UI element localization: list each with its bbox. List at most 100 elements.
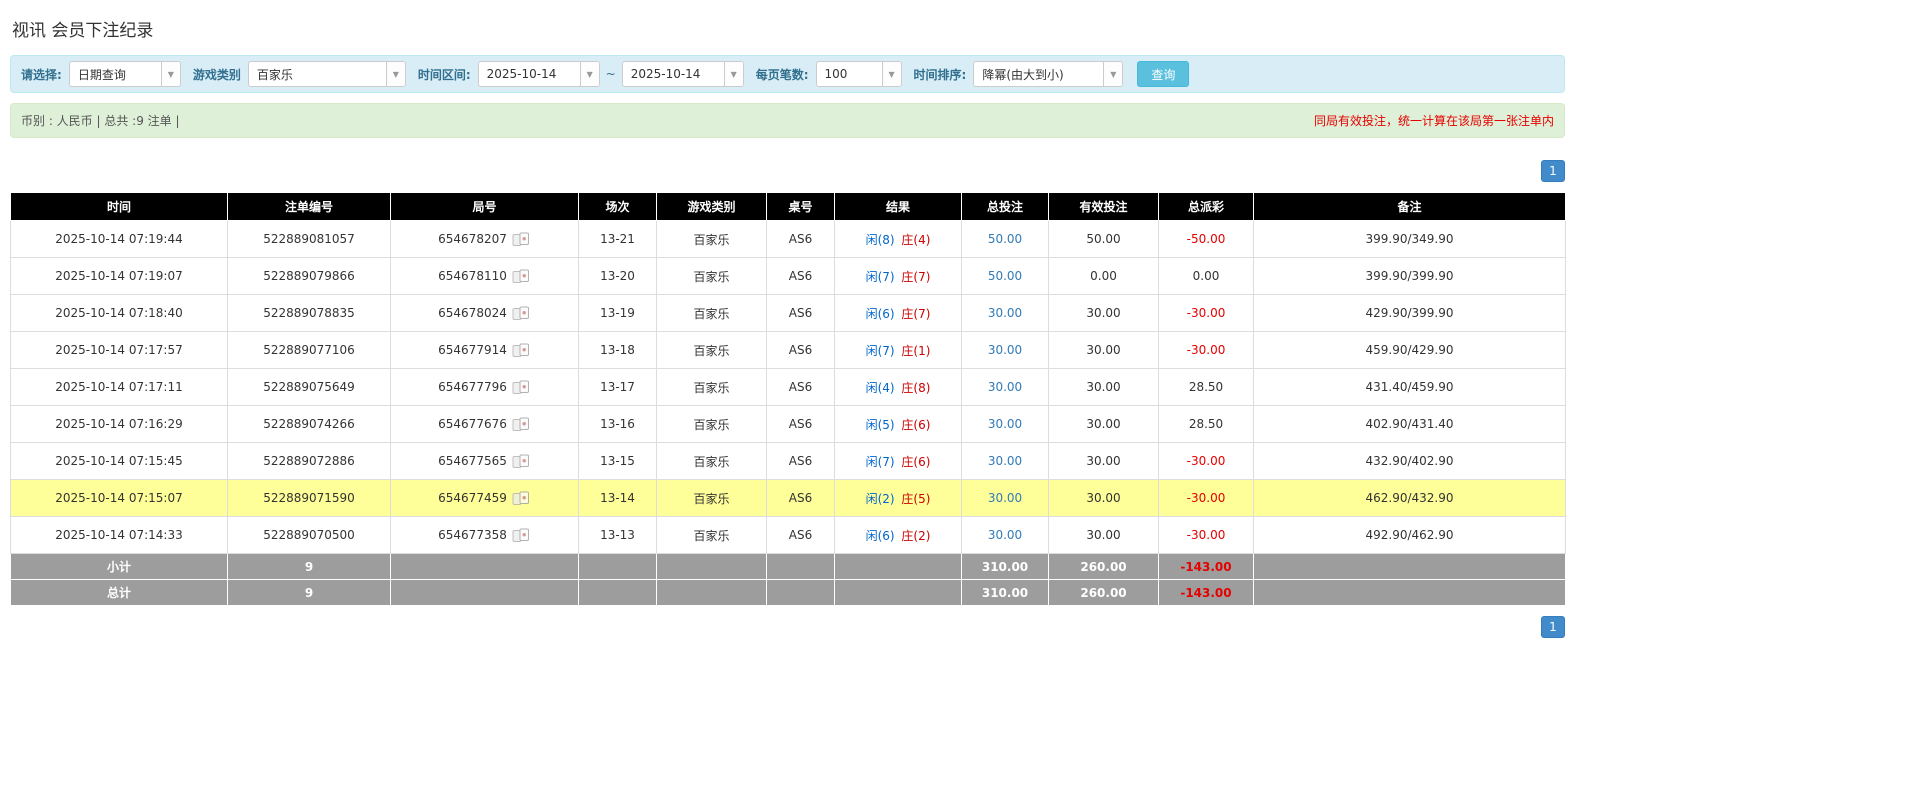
result-banker: 庄(8) bbox=[901, 381, 930, 395]
page-size-input[interactable] bbox=[817, 62, 882, 86]
date-to-field[interactable]: ▼ bbox=[622, 61, 744, 87]
cell-table-no: AS6 bbox=[767, 406, 835, 443]
bet-id: 522889078835 bbox=[263, 306, 355, 320]
date-from-input[interactable] bbox=[479, 62, 580, 86]
valid-bet-value: 0.00 bbox=[1090, 269, 1117, 283]
total-bet-link[interactable]: 50.00 bbox=[988, 269, 1022, 283]
round-result-icon[interactable] bbox=[512, 454, 531, 469]
valid-bet-value: 30.00 bbox=[1086, 528, 1120, 542]
cell-table-no: AS6 bbox=[767, 258, 835, 295]
session-number: 13-13 bbox=[600, 528, 635, 542]
round-number: 654678024 bbox=[438, 306, 507, 320]
cell-total-bet: 50.00 bbox=[962, 258, 1049, 295]
page-button-1[interactable]: 1 bbox=[1541, 616, 1565, 638]
cell-round: 654678110 bbox=[391, 258, 579, 295]
cell-session: 13-19 bbox=[579, 295, 657, 332]
table-row: 2025-10-14 07:14:33 522889070500 6546773… bbox=[11, 517, 1566, 554]
bet-time: 2025-10-14 07:17:11 bbox=[55, 380, 182, 394]
session-number: 13-17 bbox=[600, 380, 635, 394]
remark-value: 402.90/431.40 bbox=[1365, 417, 1453, 431]
chevron-down-icon[interactable]: ▼ bbox=[724, 62, 743, 86]
total-bet-link[interactable]: 30.00 bbox=[988, 306, 1022, 320]
cell-session: 13-15 bbox=[579, 443, 657, 480]
cell-time: 2025-10-14 07:15:45 bbox=[11, 443, 228, 480]
chevron-down-icon[interactable]: ▼ bbox=[1103, 62, 1122, 86]
total-bet-link[interactable]: 30.00 bbox=[988, 343, 1022, 357]
cell-game-type: 百家乐 bbox=[657, 295, 767, 332]
cell-remark: 459.90/429.90 bbox=[1254, 332, 1566, 369]
table-row: 2025-10-14 07:18:40 522889078835 6546780… bbox=[11, 295, 1566, 332]
round-number: 654677565 bbox=[438, 454, 507, 468]
cell-bet-id: 522889075649 bbox=[228, 369, 391, 406]
filter-bar: 请选择: 日期查询 ▼ 游戏类别 百家乐 ▼ 时间区间: ▼ ~ ▼ 每页笔数:… bbox=[10, 55, 1565, 93]
table-row: 2025-10-14 07:15:45 522889072886 6546775… bbox=[11, 443, 1566, 480]
page-size-field[interactable]: ▼ bbox=[816, 61, 902, 87]
valid-bet-value: 50.00 bbox=[1086, 232, 1120, 246]
round-number: 654677459 bbox=[438, 491, 507, 505]
game-type-value: 百家乐 bbox=[693, 455, 729, 469]
table-number: AS6 bbox=[789, 528, 812, 542]
chevron-down-icon[interactable]: ▼ bbox=[580, 62, 599, 86]
cell-game-type: 百家乐 bbox=[657, 258, 767, 295]
total-bet-link[interactable]: 30.00 bbox=[988, 528, 1022, 542]
header-session: 场次 bbox=[579, 193, 657, 221]
round-result-icon[interactable] bbox=[512, 269, 531, 284]
round-result-icon[interactable] bbox=[512, 343, 531, 358]
payout-value: 28.50 bbox=[1189, 417, 1223, 431]
search-button[interactable]: 查询 bbox=[1137, 61, 1189, 87]
round-result-icon[interactable] bbox=[512, 232, 531, 247]
sort-order-select[interactable]: 降幂(由大到小) ▼ bbox=[973, 61, 1123, 87]
total-bet-link[interactable]: 30.00 bbox=[988, 417, 1022, 431]
cell-payout: -50.00 bbox=[1159, 221, 1254, 258]
game-type-select[interactable]: 百家乐 ▼ bbox=[248, 61, 406, 87]
cell-total-bet: 50.00 bbox=[962, 221, 1049, 258]
bet-records-table: 时间 注单编号 局号 场次 游戏类别 桌号 结果 总投注 有效投注 总派彩 备注… bbox=[10, 192, 1566, 606]
header-time: 时间 bbox=[11, 193, 228, 221]
chevron-down-icon[interactable]: ▼ bbox=[882, 62, 901, 86]
sort-order-label: 时间排序: bbox=[914, 66, 967, 83]
header-remark: 备注 bbox=[1254, 193, 1566, 221]
date-from-field[interactable]: ▼ bbox=[478, 61, 600, 87]
info-bar: 币别 : 人民币 | 总共 :9 注单 | 同局有效投注，统一计算在该局第一张注… bbox=[10, 103, 1565, 138]
page-button-1[interactable]: 1 bbox=[1541, 160, 1565, 182]
chevron-down-icon[interactable]: ▼ bbox=[386, 62, 405, 86]
query-type-value: 日期查询 bbox=[70, 66, 161, 83]
subtotal-label: 小计 bbox=[11, 554, 228, 580]
page: 视讯 会员下注纪录 请选择: 日期查询 ▼ 游戏类别 百家乐 ▼ 时间区间: ▼… bbox=[0, 0, 1585, 668]
total-bet-link[interactable]: 30.00 bbox=[988, 491, 1022, 505]
subtotal-total-bet: 310.00 bbox=[962, 554, 1049, 580]
query-type-select[interactable]: 日期查询 ▼ bbox=[69, 61, 181, 87]
table-number: AS6 bbox=[789, 343, 812, 357]
remark-value: 431.40/459.90 bbox=[1365, 380, 1453, 394]
header-total-bet: 总投注 bbox=[962, 193, 1049, 221]
round-result-icon[interactable] bbox=[512, 417, 531, 432]
round-result-icon[interactable] bbox=[512, 528, 531, 543]
cell-total-bet: 30.00 bbox=[962, 295, 1049, 332]
total-total-bet: 310.00 bbox=[962, 580, 1049, 606]
header-table-no: 桌号 bbox=[767, 193, 835, 221]
pagination-top: 1 bbox=[10, 160, 1565, 182]
chevron-down-icon[interactable]: ▼ bbox=[161, 62, 180, 86]
cell-round: 654678024 bbox=[391, 295, 579, 332]
cell-bet-id: 522889074266 bbox=[228, 406, 391, 443]
result-banker: 庄(7) bbox=[901, 270, 930, 284]
header-payout: 总派彩 bbox=[1159, 193, 1254, 221]
cell-result: 闲(7) 庄(7) bbox=[835, 258, 962, 295]
round-result-icon[interactable] bbox=[512, 380, 531, 395]
total-bet-link[interactable]: 50.00 bbox=[988, 232, 1022, 246]
total-bet-link[interactable]: 30.00 bbox=[988, 454, 1022, 468]
date-to-input[interactable] bbox=[623, 62, 724, 86]
session-number: 13-21 bbox=[600, 232, 635, 246]
cell-bet-id: 522889078835 bbox=[228, 295, 391, 332]
total-bet-link[interactable]: 30.00 bbox=[988, 380, 1022, 394]
cell-remark: 432.90/402.90 bbox=[1254, 443, 1566, 480]
cell-result: 闲(8) 庄(4) bbox=[835, 221, 962, 258]
round-result-icon[interactable] bbox=[512, 491, 531, 506]
cell-valid-bet: 30.00 bbox=[1049, 443, 1159, 480]
round-result-icon[interactable] bbox=[512, 306, 531, 321]
cell-total-bet: 30.00 bbox=[962, 480, 1049, 517]
round-number: 654677676 bbox=[438, 417, 507, 431]
table-row: 2025-10-14 07:19:44 522889081057 6546782… bbox=[11, 221, 1566, 258]
cell-game-type: 百家乐 bbox=[657, 221, 767, 258]
payout-value: 28.50 bbox=[1189, 380, 1223, 394]
